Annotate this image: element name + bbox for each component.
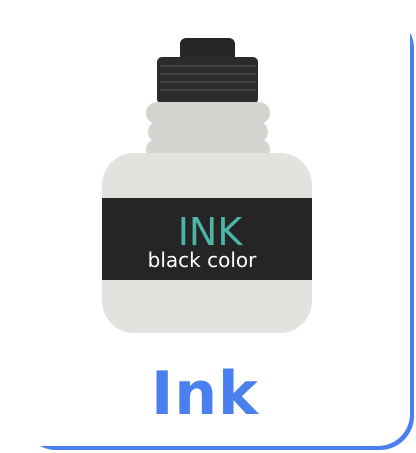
cap-body	[157, 57, 258, 104]
label-subtitle: black color	[148, 248, 257, 272]
page-title: Ink	[151, 359, 259, 429]
neck-ring-2	[148, 121, 268, 143]
neck-ring-1	[146, 102, 270, 124]
